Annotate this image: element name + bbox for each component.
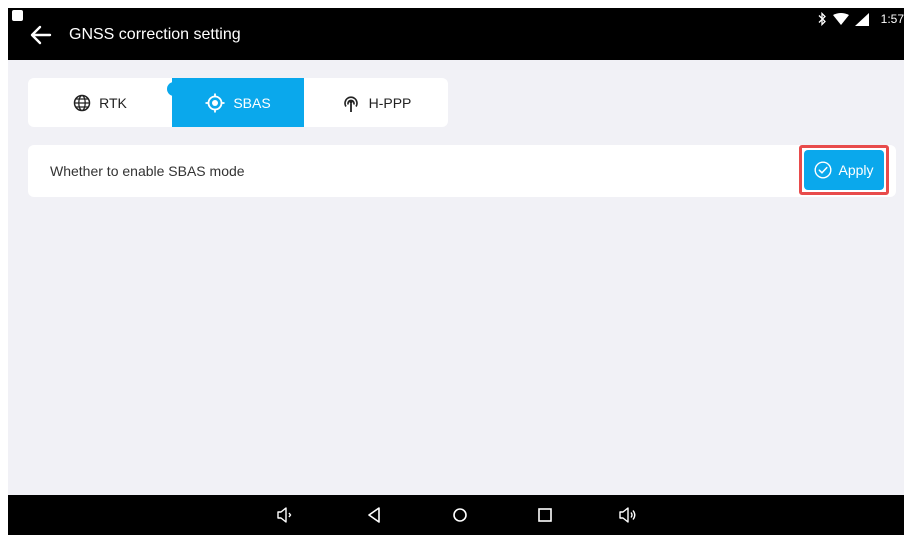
- sbas-setting-row: Whether to enable SBAS mode: [28, 145, 896, 197]
- tab-hppp[interactable]: H-PPP: [304, 78, 448, 127]
- page-title: GNSS correction setting: [69, 26, 241, 43]
- notification-icon: [12, 10, 23, 21]
- tab-rtk-label: RTK: [99, 94, 127, 111]
- wifi-icon: [832, 12, 849, 25]
- back-arrow-icon[interactable]: [28, 22, 54, 48]
- recents-icon[interactable]: [535, 505, 555, 525]
- sbas-setting-label: Whether to enable SBAS mode: [50, 163, 245, 179]
- globe-icon: [73, 94, 91, 111]
- signal-icon: [854, 12, 869, 26]
- tab-hppp-label: H-PPP: [368, 94, 412, 111]
- app-bar: GNSS correction setting 1:57: [8, 8, 904, 60]
- clock: 1:57: [880, 12, 904, 26]
- status-bar: 1:57: [817, 12, 904, 26]
- tab-sbas-label: SBAS: [233, 94, 271, 111]
- check-circle-icon: [814, 161, 832, 179]
- correction-tabs: RTK SBAS H-PPP: [28, 78, 448, 127]
- app-screen: GNSS correction setting 1:57 RTK SBAS H-…: [8, 8, 904, 535]
- tab-sbas[interactable]: SBAS: [172, 78, 304, 127]
- target-icon: [205, 93, 225, 112]
- volume-up-icon[interactable]: [618, 505, 638, 525]
- apply-button-label: Apply: [838, 162, 874, 178]
- bluetooth-icon: [818, 12, 826, 26]
- home-icon[interactable]: [450, 505, 470, 525]
- apply-button[interactable]: Apply: [804, 150, 884, 190]
- system-nav-bar: [8, 495, 904, 535]
- back-nav-icon[interactable]: [365, 505, 385, 525]
- volume-down-icon[interactable]: [275, 505, 295, 525]
- antenna-icon: [343, 95, 358, 112]
- tab-rtk[interactable]: RTK: [28, 78, 172, 127]
